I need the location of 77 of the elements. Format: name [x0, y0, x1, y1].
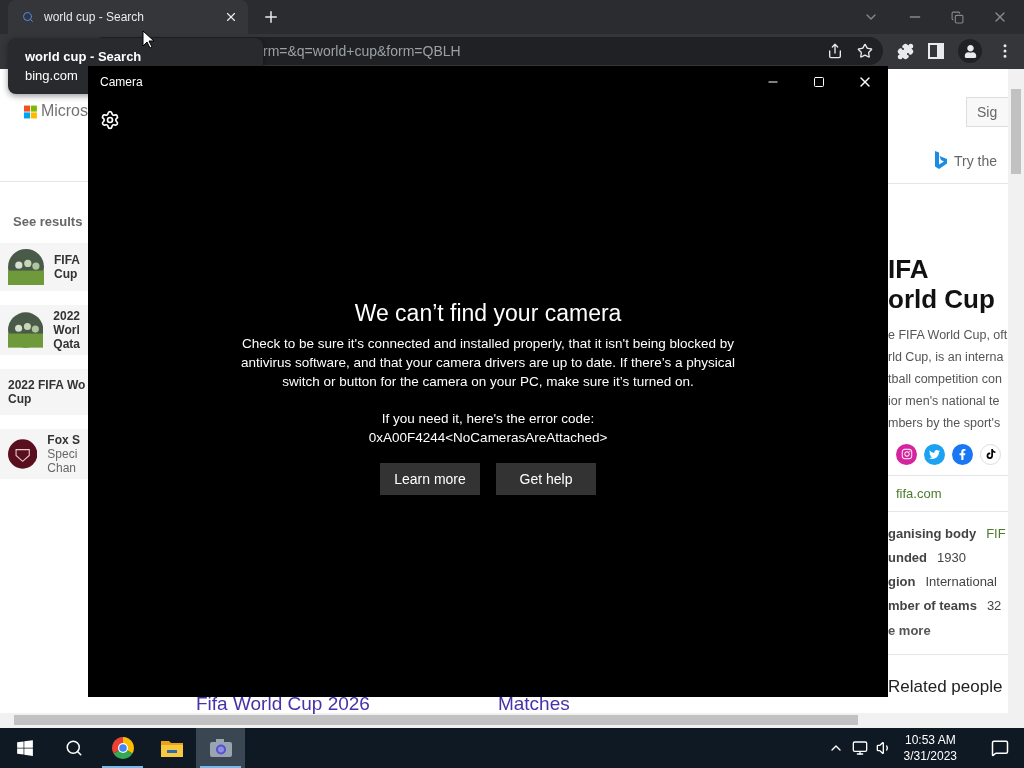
description-text: e FIFA World Cup, oft: [888, 326, 1008, 344]
section-heading: See results: [13, 213, 84, 229]
result-item[interactable]: 2022 Worl Qata: [0, 304, 88, 355]
result-text: 2022 FIFA Wo: [8, 377, 86, 392]
description-text: tball competition con: [888, 370, 1003, 388]
fact-label: ganising body: [888, 524, 977, 543]
site-link[interactable]: fifa.com: [888, 485, 1008, 501]
scrollbar[interactable]: [1008, 68, 1024, 713]
result-text: Fox S: [47, 432, 80, 447]
result-text: Worl: [53, 322, 80, 337]
maximize-icon: [813, 76, 825, 88]
share-icon[interactable]: [827, 43, 843, 60]
profile-icon[interactable]: [958, 39, 982, 64]
browser-tab[interactable]: world cup - Search: [8, 0, 248, 34]
windows-icon: [15, 739, 34, 757]
instagram-icon[interactable]: [896, 443, 917, 465]
description-text: ior men's national te: [888, 392, 1001, 410]
fact-label: mber of teams: [888, 596, 977, 615]
error-heading: We can’t find your camera: [354, 299, 622, 328]
restore-icon[interactable]: [951, 10, 964, 24]
fact-value: 1930: [937, 548, 966, 567]
scrollbar[interactable]: [0, 712, 1024, 728]
logo-text: Micros: [40, 101, 88, 120]
network-icon[interactable]: [851, 740, 868, 756]
puzzle-icon[interactable]: [897, 42, 914, 60]
url-text: rm=&q=world+cup&form=QBLH: [263, 43, 462, 60]
folder-icon: [160, 739, 183, 757]
result-text: FIFA: [54, 252, 80, 267]
link[interactable]: Fifa World Cup 2026: [196, 694, 370, 713]
result-item[interactable]: FIFA Cup: [0, 242, 88, 291]
sign-in-button[interactable]: Sig: [966, 96, 1008, 127]
cursor-icon: [142, 30, 154, 49]
tooltip-domain: bing.com: [25, 68, 78, 83]
result-item[interactable]: Fox S Speci Chan: [0, 428, 88, 479]
clock[interactable]: 10:53 AM 3/31/2023: [903, 732, 957, 764]
error-code-label: If you need it, here's the error code:: [381, 410, 595, 428]
description-text: mbers by the sport's: [888, 414, 1002, 432]
facebook-icon[interactable]: [952, 443, 973, 465]
b-logo-icon: [934, 150, 948, 171]
result-text: Cup: [8, 391, 33, 406]
result-text: Speci: [47, 446, 79, 461]
star-icon[interactable]: [857, 43, 873, 60]
search-icon: [64, 739, 83, 757]
title-text: IFA: [888, 253, 930, 284]
description-text: rld Cup, is an interna: [888, 348, 1005, 366]
error-message: Check to be sure it's connected and installed properly, that it isn't being blocked by antivirus software, and that your camera drivers are up to date. If there’s a physical switch or button for the camera on your PC, make sure it’s turned on.: [239, 335, 737, 391]
bird-icon[interactable]: [924, 443, 945, 465]
result-text: Qata: [53, 336, 80, 351]
chrome-icon: [111, 737, 134, 759]
result-text: Chan: [47, 460, 76, 475]
tab-title: world cup - Search: [44, 10, 146, 24]
close-icon[interactable]: [224, 10, 238, 24]
window-title: Camera: [100, 75, 144, 89]
result-text: 2022: [53, 308, 80, 323]
result-item[interactable]: 2022 FIFA Wo Cup: [0, 368, 88, 415]
search-icon: [22, 11, 34, 23]
settings-icon: [100, 110, 120, 130]
link[interactable]: Matches: [497, 694, 570, 713]
promo-text: Try the: [954, 152, 998, 169]
fact-label: gion: [888, 572, 916, 591]
fact-value: 32: [986, 596, 1002, 615]
see-more-link[interactable]: e more: [888, 617, 1008, 644]
camera-icon: [209, 739, 232, 757]
dialog-button[interactable]: Learn more: [380, 463, 480, 495]
tiktok-icon[interactable]: [980, 443, 1001, 465]
section-heading: Related people: [888, 676, 1004, 697]
speech-bubble-icon: [990, 739, 1009, 757]
title-text: orld Cup: [888, 283, 996, 314]
fact-value[interactable]: FIF: [986, 521, 1006, 546]
dialog-button[interactable]: Get help: [496, 463, 596, 495]
result-text: Cup: [54, 266, 79, 281]
windows-logo-icon: [24, 103, 37, 120]
new-tab-icon[interactable]: [262, 8, 280, 26]
error-code: 0xA00F4244<NoCamerasAreAttached>: [368, 429, 608, 447]
fact-value: International: [925, 572, 997, 591]
side-panel-icon[interactable]: [928, 43, 944, 60]
fact-label: unded: [888, 548, 927, 567]
